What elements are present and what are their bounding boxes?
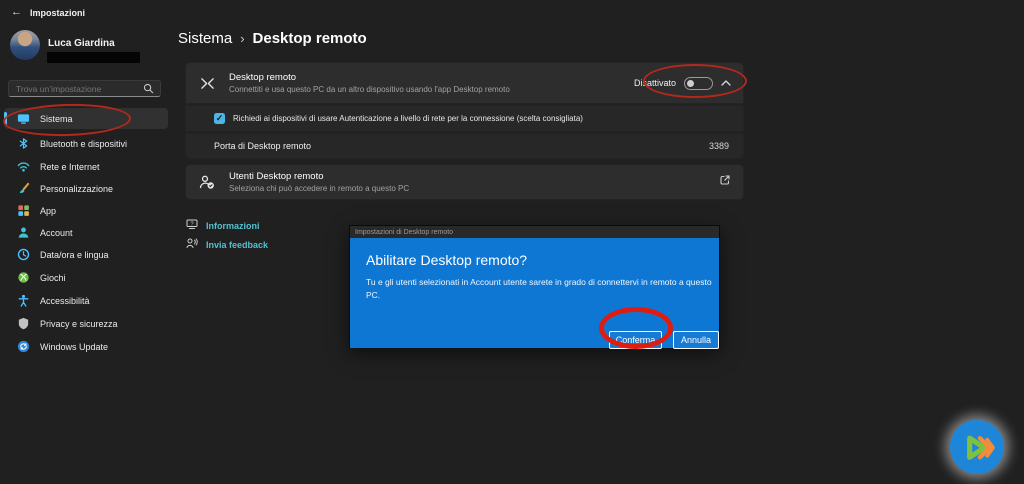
- sidebar-item-label: Account: [40, 228, 73, 238]
- wifi-icon: [17, 160, 30, 173]
- sidebar-item-windows-update[interactable]: Windows Update: [4, 336, 168, 357]
- settings-window: ← Impostazioni Luca Giardina Sistema Blu…: [0, 0, 1024, 484]
- remote-desktop-toggle[interactable]: [684, 77, 713, 90]
- sidebar-item-label: App: [40, 206, 56, 216]
- breadcrumb: Sistema › Desktop remoto: [178, 30, 367, 47]
- back-icon[interactable]: ←: [11, 6, 22, 18]
- sidebar-item-label: Personalizzazione: [40, 184, 113, 194]
- chevron-up-icon[interactable]: [721, 80, 731, 86]
- search-icon: [143, 83, 154, 94]
- sidebar-item-label: Privacy e sicurezza: [40, 319, 118, 329]
- sidebar-item-personalizzazione[interactable]: Personalizzazione: [4, 178, 168, 199]
- breadcrumb-separator-icon: ›: [240, 31, 244, 46]
- search-box: [8, 80, 161, 97]
- sidebar-item-app[interactable]: App: [4, 200, 168, 221]
- monitor-icon: [17, 112, 30, 125]
- sidebar-item-label: Sistema: [40, 114, 73, 124]
- sidebar-item-label: Rete e Internet: [40, 162, 100, 172]
- redacted-email: [47, 52, 140, 63]
- remote-desktop-dialog: Impostazioni di Desktop remoto Abilitare…: [349, 225, 720, 348]
- sidebar-item-label: Data/ora e lingua: [40, 250, 109, 260]
- info-icon: ?: [186, 217, 198, 235]
- users-title: Utenti Desktop remoto: [229, 171, 409, 182]
- selected-accent-bar: [4, 112, 7, 125]
- dialog-window-title: Impostazioni di Desktop remoto: [355, 229, 453, 236]
- port-row: Porta di Desktop remoto 3389: [185, 133, 744, 159]
- link-informazioni[interactable]: ? Informazioni: [186, 217, 260, 235]
- nla-checkbox[interactable]: ✓: [214, 113, 225, 124]
- sidebar-item-accessibilita[interactable]: Accessibilità: [4, 290, 168, 311]
- dialog-titlebar: Impostazioni di Desktop remoto: [350, 226, 719, 238]
- app-title: Impostazioni: [30, 8, 85, 18]
- link-label: Invia feedback: [206, 240, 268, 250]
- shield-icon: [17, 317, 30, 330]
- user-name: Luca Giardina: [48, 38, 115, 49]
- xbox-icon: [17, 271, 30, 284]
- confirm-button[interactable]: Conferma: [609, 331, 662, 349]
- search-input[interactable]: [9, 84, 143, 94]
- dialog-body: Abilitare Desktop remoto? Tu e gli utent…: [350, 238, 719, 348]
- accessibility-icon: [17, 294, 30, 307]
- link-label: Informazioni: [206, 221, 260, 231]
- sidebar-item-label: Giochi: [40, 273, 66, 283]
- remote-desktop-subtitle: Connettiti e usa questo PC da un altro d…: [229, 85, 510, 94]
- watermark-logo: [950, 420, 1004, 474]
- user-check-icon: [199, 174, 215, 190]
- toggle-status-label: Disattivato: [634, 78, 676, 88]
- nla-label: Richiedi ai dispositivi di usare Autenti…: [233, 114, 583, 123]
- sidebar-item-giochi[interactable]: Giochi: [4, 267, 168, 288]
- sidebar-item-data-ora[interactable]: Data/ora e lingua: [4, 244, 168, 265]
- person-icon: [17, 226, 30, 239]
- remote-desktop-users-row[interactable]: Utenti Desktop remoto Seleziona chi può …: [185, 164, 744, 200]
- sidebar-item-label: Bluetooth e dispositivi: [40, 139, 127, 149]
- bluetooth-icon: [17, 137, 30, 150]
- svg-text:?: ?: [190, 221, 193, 227]
- port-label: Porta di Desktop remoto: [214, 141, 311, 151]
- clock-icon: [17, 248, 30, 261]
- dialog-message: Tu e gli utenti selezionati in Account u…: [366, 276, 716, 302]
- users-subtitle: Seleziona chi può accedere in remoto a q…: [229, 184, 409, 193]
- update-icon: [17, 340, 30, 353]
- remote-desktop-icon: [199, 76, 215, 91]
- page-title: Desktop remoto: [253, 30, 367, 47]
- sidebar-item-sistema[interactable]: Sistema: [4, 108, 168, 129]
- toggle-knob: [687, 80, 694, 87]
- avatar[interactable]: [10, 30, 40, 60]
- sidebar-item-label: Accessibilità: [40, 296, 90, 306]
- nla-row: ✓ Richiedi ai dispositivi di usare Auten…: [185, 105, 744, 132]
- sidebar-item-privacy[interactable]: Privacy e sicurezza: [4, 313, 168, 334]
- logo-icon: [955, 425, 999, 469]
- remote-desktop-title: Desktop remoto: [229, 72, 510, 83]
- apps-icon: [17, 204, 30, 217]
- dialog-title: Abilitare Desktop remoto?: [366, 252, 703, 268]
- feedback-icon: [186, 236, 198, 254]
- sidebar-item-label: Windows Update: [40, 342, 108, 352]
- external-link-icon: [719, 173, 731, 191]
- port-value: 3389: [709, 141, 743, 151]
- link-invia-feedback[interactable]: Invia feedback: [186, 236, 268, 254]
- brush-icon: [17, 182, 30, 195]
- sidebar-item-rete[interactable]: Rete e Internet: [4, 156, 168, 177]
- remote-desktop-expander[interactable]: Desktop remoto Connettiti e usa questo P…: [185, 62, 744, 104]
- sidebar-item-account[interactable]: Account: [4, 222, 168, 243]
- breadcrumb-parent[interactable]: Sistema: [178, 30, 232, 47]
- sidebar-item-bluetooth[interactable]: Bluetooth e dispositivi: [4, 133, 168, 154]
- cancel-button[interactable]: Annulla: [673, 331, 719, 349]
